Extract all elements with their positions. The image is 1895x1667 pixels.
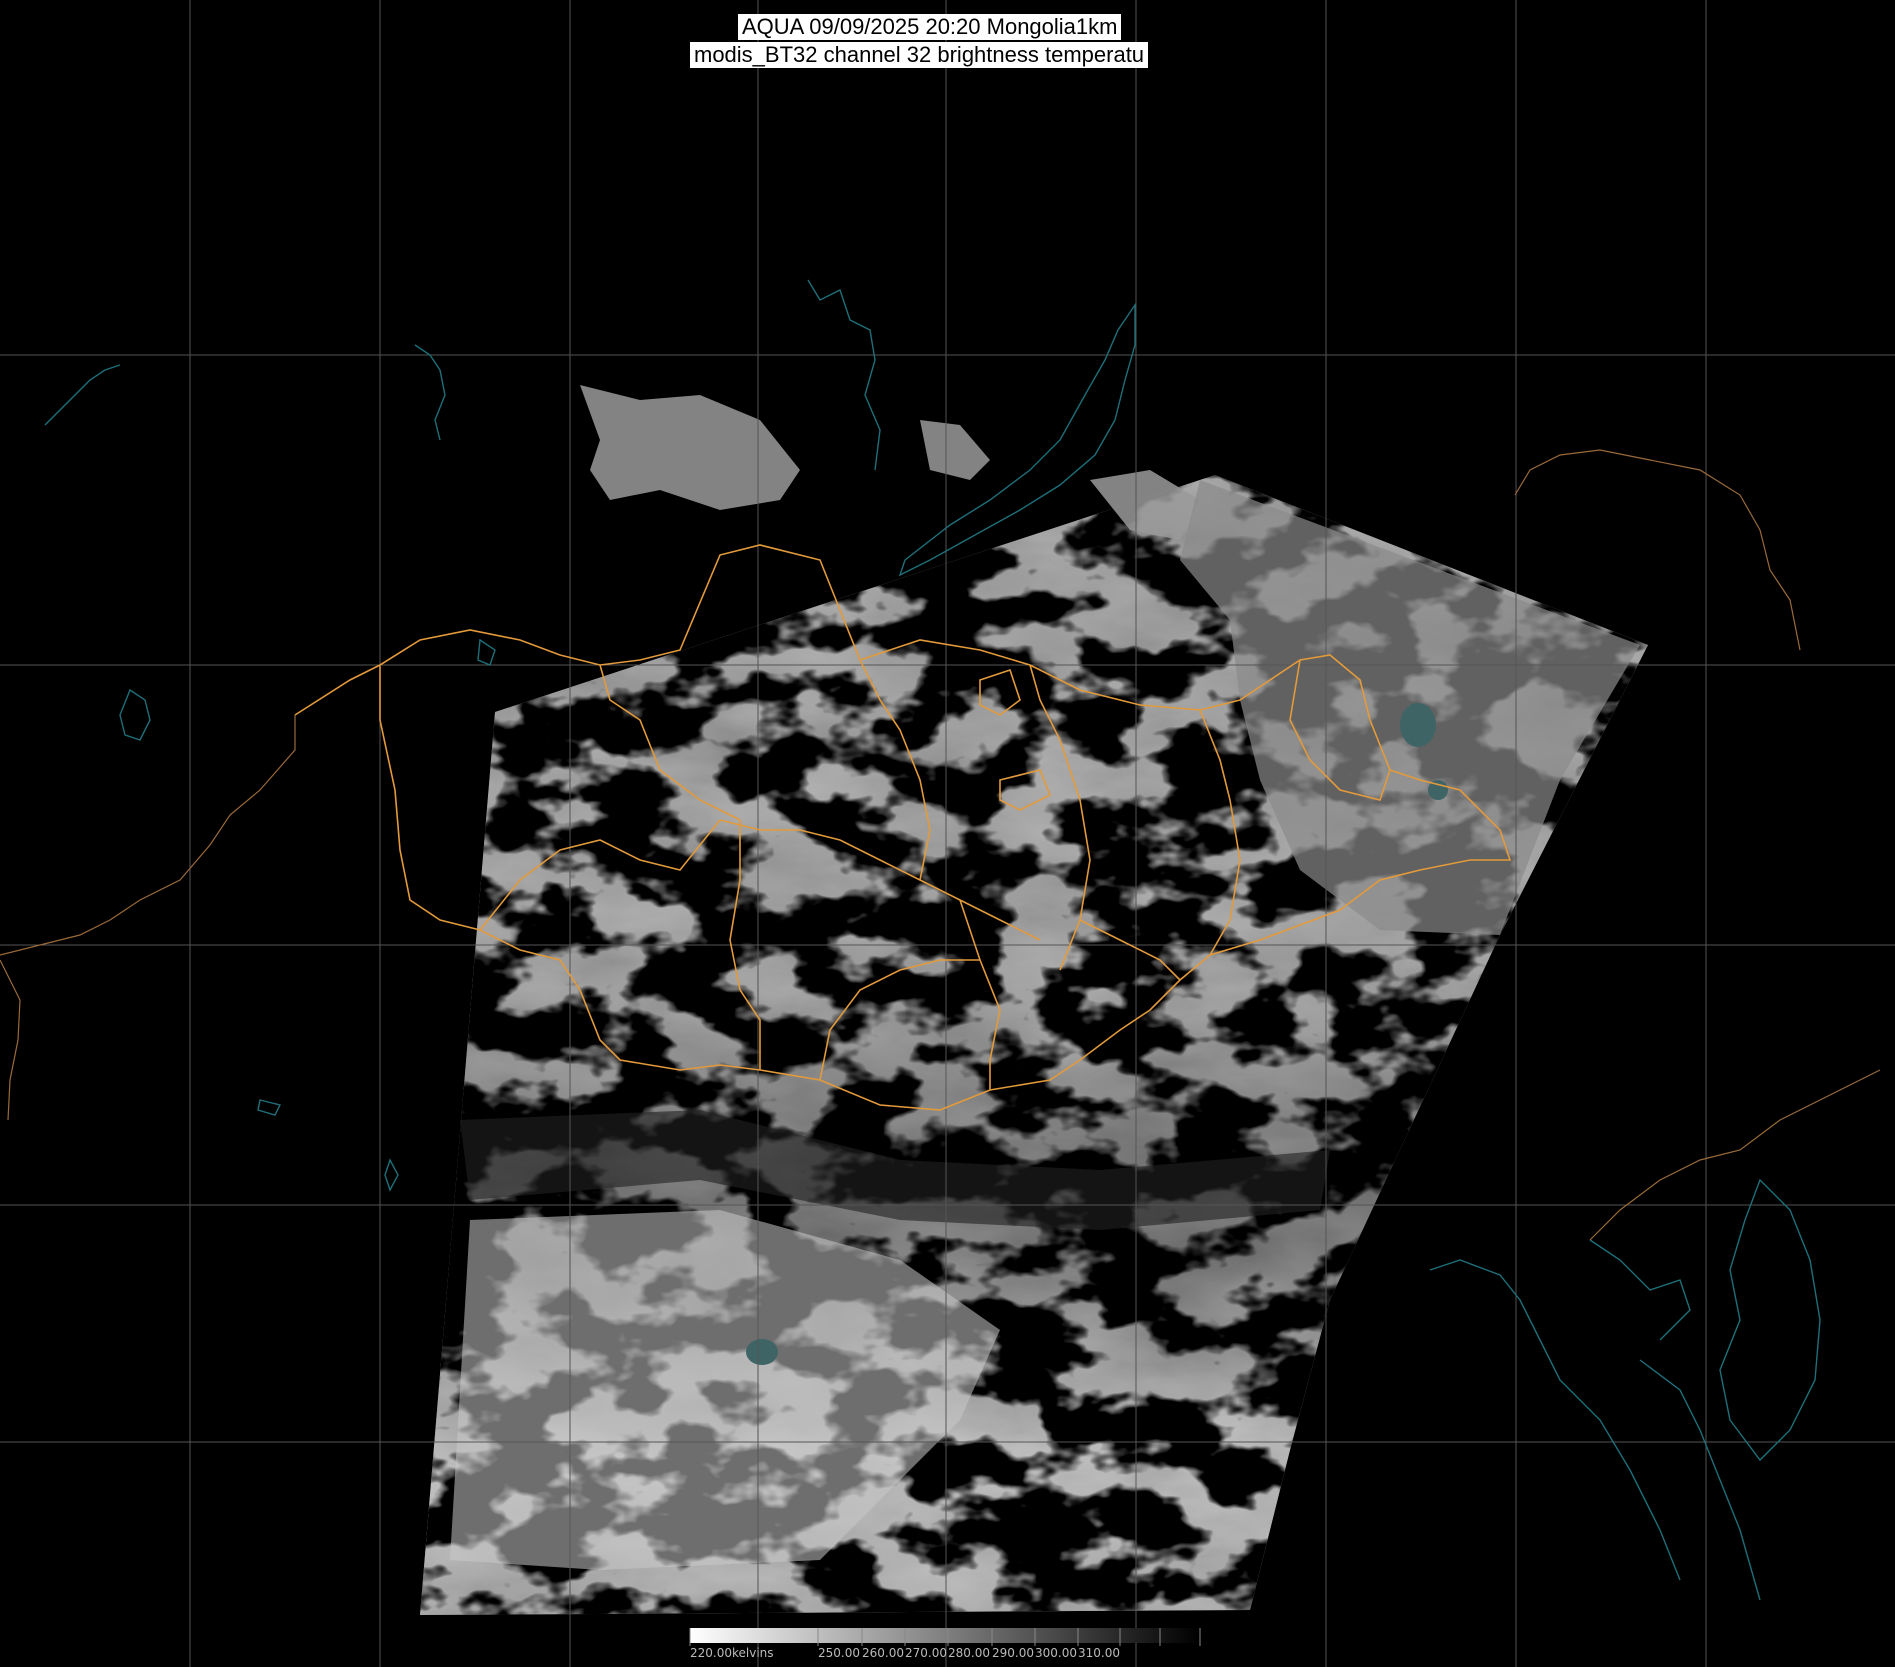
colorbar-ramp xyxy=(690,1628,1200,1643)
east-coast-china-korea xyxy=(1429,1259,1681,1581)
colorbar-label: 280.00 xyxy=(948,1646,990,1660)
lake-east xyxy=(1400,703,1436,747)
lake-small-west xyxy=(477,638,496,666)
colorbar-label: 250.00 xyxy=(818,1646,860,1660)
colorbar-label: 290.00 xyxy=(992,1646,1034,1660)
map-title-line2: modis_BT32 channel 32 brightness tempera… xyxy=(690,42,1149,68)
colorbar-label: 270.00 xyxy=(905,1646,947,1660)
colorbar-label: 300.00 xyxy=(1035,1646,1077,1660)
colorbar xyxy=(689,1628,1201,1646)
russia-kazakhstan-border xyxy=(294,664,381,716)
bohai-bay xyxy=(1589,1239,1691,1341)
colorbar-label: 310.00 xyxy=(1078,1646,1120,1660)
small-lake-mid xyxy=(384,1158,399,1192)
coast-north-west xyxy=(44,364,121,426)
lake-south xyxy=(746,1339,778,1365)
kazakhstan-west xyxy=(0,959,21,1121)
lake-west xyxy=(119,688,151,741)
satellite-map xyxy=(0,0,1895,1667)
china-korea-border xyxy=(1589,1069,1881,1241)
map-title-line1: AQUA 09/09/2025 20:20 Mongolia1km xyxy=(738,14,1122,40)
small-lake-south-west xyxy=(257,1099,282,1116)
kazakhstan-border xyxy=(0,715,296,956)
colorbar-label: 260.00 xyxy=(862,1646,904,1660)
river-yenisei xyxy=(807,279,881,471)
reservoir-west xyxy=(414,344,446,441)
colorbar-label: 220.00kelvins xyxy=(690,1646,774,1660)
satellite-swath xyxy=(420,385,1648,1615)
coast-yellow-sea xyxy=(1639,1359,1761,1601)
korea-peninsula xyxy=(1719,1178,1821,1462)
